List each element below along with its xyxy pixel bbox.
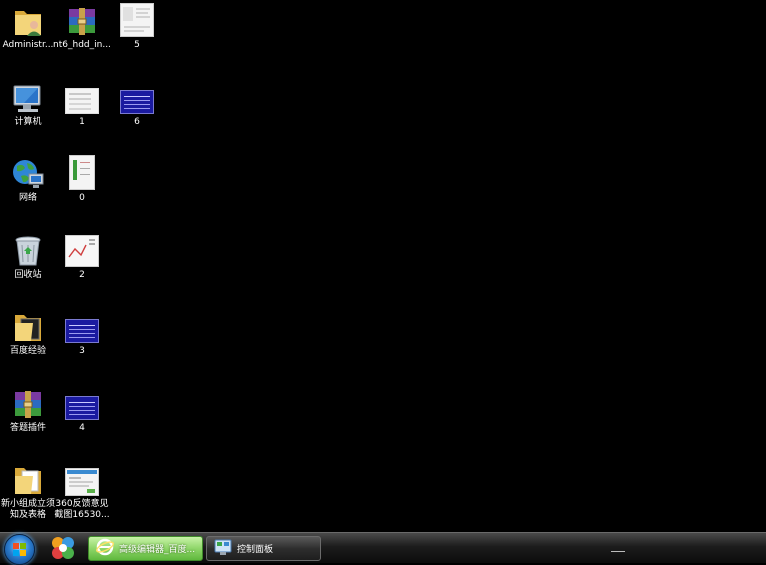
icon-label: 网络 [18, 193, 37, 203]
desktop-icon-computer[interactable]: 计算机 [0, 80, 56, 152]
desktop-icon-baidu-jingyan[interactable]: 百度经验 [0, 309, 56, 381]
network-globe-icon [11, 156, 45, 190]
icon-label: 计算机 [14, 117, 42, 127]
taskbar: 高级编辑器_百度... 控制面板 [0, 532, 766, 565]
winrar-archive-icon [11, 386, 45, 420]
image-thumbnail-icon [120, 80, 154, 114]
recycle-bin-icon [11, 233, 45, 267]
desktop-icon-image-4[interactable]: 4 [54, 386, 110, 458]
image-thumbnail-icon [65, 462, 99, 496]
desktop-icon-image-0[interactable]: 0 [54, 155, 110, 228]
folder-icon [11, 309, 45, 343]
winrar-archive-icon [65, 3, 99, 37]
icon-label: 百度经验 [9, 346, 46, 356]
desktop-icon-image-1[interactable]: 1 [54, 80, 110, 152]
computer-icon [11, 80, 45, 114]
desktop-icon-network[interactable]: 网络 [0, 156, 56, 228]
desktop-icon-recycle-bin[interactable]: 回收站 [0, 233, 56, 305]
icon-label: 3 [79, 346, 85, 356]
control-panel-icon [214, 538, 232, 559]
icon-label: 2 [79, 270, 85, 280]
desktop-icon-image-3[interactable]: 3 [54, 309, 110, 381]
taskbar-button-ie-editor[interactable]: 高级编辑器_百度... [88, 536, 203, 561]
desktop-icon-image-6[interactable]: 6 [109, 80, 165, 152]
icon-label: 5 [134, 40, 140, 50]
desktop-icon-nt6-hdd-installer[interactable]: nt6_hdd_in... [53, 3, 111, 75]
image-thumbnail-icon [65, 233, 99, 267]
icon-label: nt6_hdd_in... [53, 40, 111, 50]
icon-label: 6 [134, 117, 140, 127]
user-folder-icon [11, 3, 45, 37]
image-thumbnail-icon [65, 309, 99, 343]
desktop-icon-360-feedback-screenshot[interactable]: 360反馈意见截图16530... [54, 462, 110, 534]
image-thumbnail-icon [65, 155, 99, 190]
taskbar-button-label: 高级编辑器_百度... [119, 545, 196, 555]
windows-start-orb-icon[interactable] [4, 534, 35, 565]
icon-label: 0 [79, 193, 85, 203]
image-thumbnail-icon [120, 3, 154, 37]
baofeng-media-icon[interactable] [45, 535, 81, 561]
taskbar-button-label: 控制面板 [237, 545, 274, 555]
image-thumbnail-icon [65, 386, 99, 420]
desktop-icon-dati-chajian[interactable]: 答题插件 [0, 386, 56, 458]
folder-icon [11, 462, 45, 496]
desktop: Administr... 计算机 网络 回收站 百度经验 答题插件 新小组成立须… [0, 0, 766, 532]
desktop-icon-new-group-folder[interactable]: 新小组成立须知及表格 [0, 462, 56, 534]
desktop-icon-image-5[interactable]: 5 [109, 3, 165, 75]
icon-label: 回收站 [14, 270, 42, 280]
image-thumbnail-icon [65, 80, 99, 114]
taskbar-button-control-panel[interactable]: 控制面板 [206, 536, 321, 561]
ie-browser-icon [96, 538, 114, 559]
desktop-icon-administrator[interactable]: Administr... [0, 3, 56, 75]
icon-label: 新小组成立须知及表格 [0, 499, 55, 520]
tray-indicator [611, 551, 625, 552]
icon-label: 360反馈意见截图16530... [54, 499, 110, 520]
icon-label: 1 [79, 117, 85, 127]
icon-label: Administr... [2, 40, 54, 50]
icon-label: 4 [79, 423, 85, 433]
icon-label: 答题插件 [9, 423, 46, 433]
desktop-icon-image-2[interactable]: 2 [54, 233, 110, 305]
